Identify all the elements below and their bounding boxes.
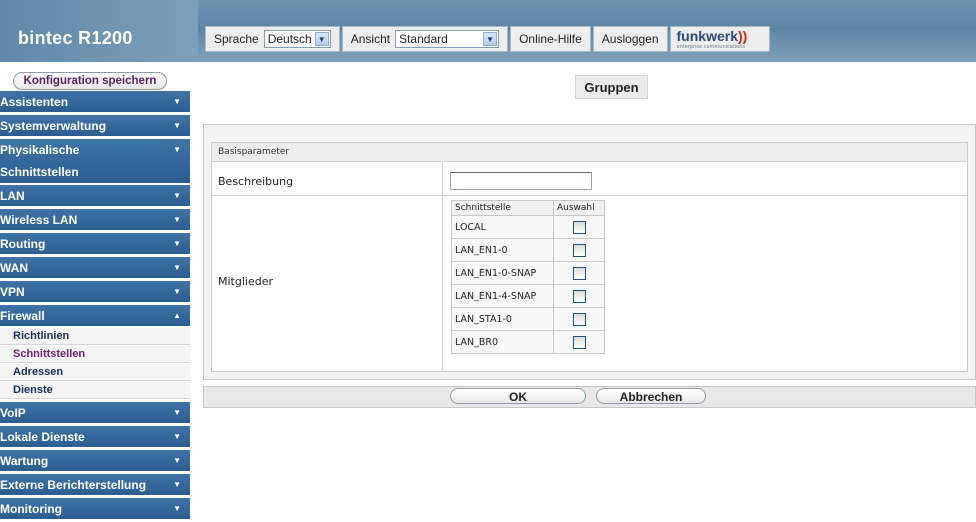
chevron-down-icon: ▼ xyxy=(173,263,181,272)
interface-name: LOCAL xyxy=(451,215,554,239)
chevron-down-icon: ▼ xyxy=(173,456,181,465)
logout-link[interactable]: Ausloggen xyxy=(592,26,668,52)
sidebar-item-externe-berichterstellung[interactable]: Externe Berichterstellung ▼ xyxy=(0,474,190,496)
table-row: LAN_EN1-0-SNAP xyxy=(451,261,605,285)
view-label: Ansicht xyxy=(350,32,391,46)
interface-name: LAN_EN1-0 xyxy=(451,238,554,262)
member-checkbox[interactable] xyxy=(572,243,586,257)
table-row: LAN_EN1-4-SNAP xyxy=(451,284,605,308)
table-row: LAN_EN1-0 xyxy=(451,238,605,262)
language-select[interactable]: Deutsch ▼ xyxy=(263,30,331,48)
sidebar-item-firewall[interactable]: Firewall ▲ xyxy=(0,305,190,327)
chevron-down-icon: ▼ xyxy=(173,97,181,106)
funkwerk-logo: funkwerk)) enterprise communications xyxy=(669,26,770,52)
sidebar-item-lan[interactable]: LAN ▼ xyxy=(0,185,190,207)
brand-title: bintec R1200 xyxy=(18,28,133,48)
view-selector: Ansicht Standard ▼ xyxy=(341,26,509,52)
basisparameter-section: Basisparameter Beschreibung Mitglieder S… xyxy=(211,142,968,372)
sidebar-item-wireless-lan[interactable]: Wireless LAN ▼ xyxy=(0,209,190,231)
sidebar-subitem-schnittstellen[interactable]: Schnittstellen xyxy=(0,346,190,363)
brand-area: bintec R1200 xyxy=(0,0,198,62)
chevron-down-icon: ▼ xyxy=(314,32,329,46)
members-table: Schnittstelle Auswahl LOCAL LAN_EN1-0 LA… xyxy=(451,200,605,354)
waves-icon: )) xyxy=(737,28,748,44)
interface-name: LAN_BR0 xyxy=(451,330,554,354)
member-checkbox[interactable] xyxy=(572,312,586,326)
chevron-down-icon: ▼ xyxy=(173,215,181,224)
chevron-down-icon: ▼ xyxy=(173,145,181,154)
sidebar-item-monitoring[interactable]: Monitoring ▼ xyxy=(0,498,190,520)
interface-name: LAN_EN1-0-SNAP xyxy=(451,261,554,285)
interface-name: LAN_EN1-4-SNAP xyxy=(451,284,554,308)
member-checkbox[interactable] xyxy=(572,289,586,303)
tab-gruppen[interactable]: Gruppen xyxy=(575,75,648,99)
top-toolbar: Sprache Deutsch ▼ Ansicht Standard ▼ Onl… xyxy=(205,26,770,52)
chevron-down-icon: ▼ xyxy=(173,121,181,130)
sidebar-item-vpn[interactable]: VPN ▼ xyxy=(0,281,190,303)
sidebar-item-lokale-dienste[interactable]: Lokale Dienste ▼ xyxy=(0,426,190,448)
chevron-down-icon: ▼ xyxy=(173,480,181,489)
cancel-button[interactable]: Abbrechen xyxy=(596,388,706,404)
language-label: Sprache xyxy=(214,32,259,46)
online-help-link[interactable]: Online-Hilfe xyxy=(510,26,591,52)
chevron-down-icon: ▼ xyxy=(173,504,181,513)
interface-name: LAN_STA1-0 xyxy=(451,307,554,331)
member-checkbox[interactable] xyxy=(572,335,586,349)
description-input[interactable] xyxy=(450,172,592,190)
chevron-down-icon: ▼ xyxy=(173,408,181,417)
chevron-down-icon: ▼ xyxy=(173,287,181,296)
sidebar-subitem-adressen[interactable]: Adressen xyxy=(0,364,190,381)
sidebar-item-wartung[interactable]: Wartung ▼ xyxy=(0,450,190,472)
table-row: LAN_STA1-0 xyxy=(451,307,605,331)
column-header-interface: Schnittstelle xyxy=(451,200,554,216)
chevron-down-icon: ▼ xyxy=(173,239,181,248)
sidebar-item-voip[interactable]: VoIP ▼ xyxy=(0,402,190,424)
sidebar-item-systemverwaltung[interactable]: Systemverwaltung ▼ xyxy=(0,115,190,137)
sidebar-subitem-richtlinien[interactable]: Richtlinien xyxy=(0,328,190,345)
row-divider xyxy=(212,195,967,196)
chevron-down-icon: ▼ xyxy=(483,32,498,46)
ok-button[interactable]: OK xyxy=(450,388,586,404)
column-divider xyxy=(442,162,443,372)
sidebar-item-physikalische-schnittstellen[interactable]: Physikalische Schnittstellen ▼ xyxy=(0,139,190,184)
section-header: Basisparameter xyxy=(212,143,967,162)
sidebar-item-routing[interactable]: Routing ▼ xyxy=(0,233,190,255)
save-configuration-button[interactable]: Konfiguration speichern xyxy=(13,72,167,90)
table-row: LOCAL xyxy=(451,215,605,239)
sidebar-item-wan[interactable]: WAN ▼ xyxy=(0,257,190,279)
column-header-select: Auswahl xyxy=(553,200,605,216)
button-bar xyxy=(203,386,976,408)
members-label: Mitglieder xyxy=(218,275,273,288)
sidebar: Konfiguration speichern Assistenten ▼ Sys… xyxy=(0,62,190,522)
member-checkbox[interactable] xyxy=(572,266,586,280)
language-selector: Sprache Deutsch ▼ xyxy=(205,26,340,52)
table-header-row: Schnittstelle Auswahl xyxy=(451,200,605,216)
chevron-down-icon: ▼ xyxy=(173,432,181,441)
sidebar-subitem-dienste[interactable]: Dienste xyxy=(0,382,190,399)
member-checkbox[interactable] xyxy=(572,220,586,234)
top-header: bintec R1200 Sprache Deutsch ▼ Ansicht S… xyxy=(0,0,976,62)
chevron-down-icon: ▼ xyxy=(173,191,181,200)
description-label: Beschreibung xyxy=(218,175,294,188)
sidebar-item-assistenten[interactable]: Assistenten ▼ xyxy=(0,91,190,113)
view-select[interactable]: Standard ▼ xyxy=(395,30,500,48)
table-row: LAN_BR0 xyxy=(451,330,605,354)
chevron-up-icon: ▲ xyxy=(173,311,181,320)
